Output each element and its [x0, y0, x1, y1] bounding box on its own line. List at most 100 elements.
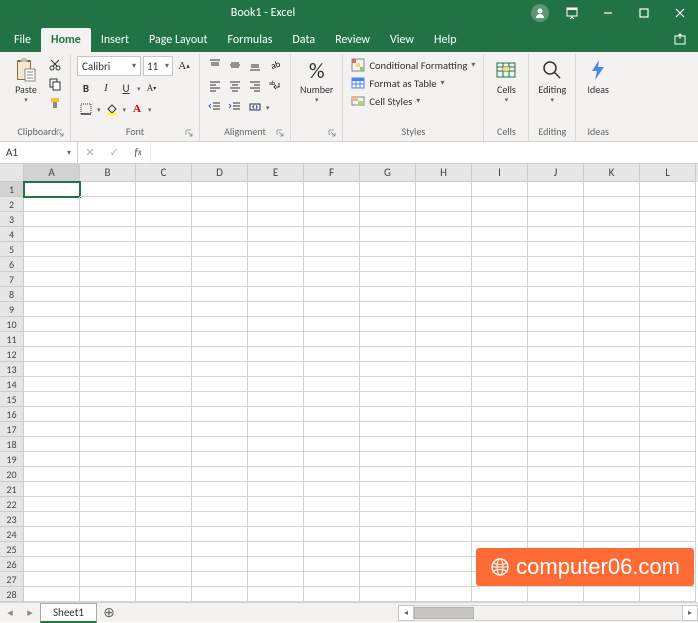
- cell[interactable]: [304, 377, 360, 392]
- cell[interactable]: [24, 332, 80, 347]
- cell[interactable]: [472, 242, 528, 257]
- ideas-button[interactable]: Ideas: [582, 56, 614, 97]
- horizontal-scrollbar[interactable]: ◂ ▸: [398, 605, 698, 621]
- cell[interactable]: [192, 212, 248, 227]
- cell[interactable]: [248, 182, 304, 197]
- cell[interactable]: [360, 512, 416, 527]
- cell[interactable]: [416, 347, 472, 362]
- cell[interactable]: [360, 467, 416, 482]
- column-header-G[interactable]: G: [360, 164, 416, 182]
- cell[interactable]: [472, 452, 528, 467]
- font-color-button[interactable]: A: [128, 100, 146, 118]
- sheet-nav-next[interactable]: ▸: [20, 606, 40, 619]
- cell[interactable]: [80, 482, 136, 497]
- cell[interactable]: [248, 482, 304, 497]
- cell[interactable]: [360, 332, 416, 347]
- cell[interactable]: [80, 572, 136, 587]
- cell[interactable]: [192, 332, 248, 347]
- cell[interactable]: [640, 482, 696, 497]
- cell[interactable]: [304, 482, 360, 497]
- cell[interactable]: [416, 467, 472, 482]
- cell[interactable]: [472, 212, 528, 227]
- cell[interactable]: [248, 242, 304, 257]
- cell[interactable]: [304, 302, 360, 317]
- cell[interactable]: [416, 287, 472, 302]
- cell[interactable]: [640, 347, 696, 362]
- cell[interactable]: [136, 557, 192, 572]
- cell[interactable]: [24, 587, 80, 602]
- scroll-left-button[interactable]: ◂: [398, 605, 414, 621]
- cell[interactable]: [640, 392, 696, 407]
- cell[interactable]: [192, 452, 248, 467]
- cell[interactable]: [360, 407, 416, 422]
- cell[interactable]: [248, 542, 304, 557]
- cell[interactable]: [584, 272, 640, 287]
- cell[interactable]: [24, 512, 80, 527]
- formula-bar[interactable]: [151, 142, 698, 163]
- cell[interactable]: [80, 497, 136, 512]
- cells-area[interactable]: [24, 182, 698, 602]
- cell[interactable]: [640, 497, 696, 512]
- cell[interactable]: [640, 512, 696, 527]
- cell[interactable]: [304, 362, 360, 377]
- cell[interactable]: [136, 242, 192, 257]
- cell[interactable]: [640, 287, 696, 302]
- cell[interactable]: [360, 497, 416, 512]
- cell[interactable]: [24, 497, 80, 512]
- cell[interactable]: [416, 332, 472, 347]
- column-header-D[interactable]: D: [192, 164, 248, 182]
- cell[interactable]: [472, 197, 528, 212]
- cell[interactable]: [584, 437, 640, 452]
- select-all-corner[interactable]: [0, 164, 24, 182]
- minimize-button[interactable]: [590, 0, 626, 26]
- cell[interactable]: [136, 422, 192, 437]
- column-header-L[interactable]: L: [640, 164, 696, 182]
- cell[interactable]: [360, 527, 416, 542]
- name-box[interactable]: A1 ▾: [0, 142, 78, 163]
- cell[interactable]: [584, 407, 640, 422]
- scroll-track[interactable]: [414, 605, 682, 621]
- cell[interactable]: [584, 362, 640, 377]
- cell[interactable]: [24, 257, 80, 272]
- cell[interactable]: [136, 482, 192, 497]
- column-header-B[interactable]: B: [80, 164, 136, 182]
- cell[interactable]: [416, 422, 472, 437]
- row-header-10[interactable]: 10: [0, 317, 24, 332]
- cell[interactable]: [304, 227, 360, 242]
- cell[interactable]: [80, 242, 136, 257]
- cell[interactable]: [304, 437, 360, 452]
- cell[interactable]: [472, 392, 528, 407]
- cell[interactable]: [192, 587, 248, 602]
- merge-center-button[interactable]: [246, 98, 264, 116]
- cell[interactable]: [472, 407, 528, 422]
- scroll-right-button[interactable]: ▸: [682, 605, 698, 621]
- cell[interactable]: [192, 287, 248, 302]
- cell[interactable]: [528, 482, 584, 497]
- cell[interactable]: [80, 587, 136, 602]
- row-header-11[interactable]: 11: [0, 332, 24, 347]
- cell[interactable]: [584, 497, 640, 512]
- cell[interactable]: [640, 227, 696, 242]
- cell[interactable]: [136, 572, 192, 587]
- row-header-20[interactable]: 20: [0, 467, 24, 482]
- cut-button[interactable]: [46, 56, 64, 74]
- cell[interactable]: [24, 302, 80, 317]
- cell[interactable]: [304, 467, 360, 482]
- cell[interactable]: [80, 512, 136, 527]
- cell[interactable]: [640, 467, 696, 482]
- cell[interactable]: [304, 317, 360, 332]
- cell[interactable]: [304, 242, 360, 257]
- cell[interactable]: [640, 317, 696, 332]
- cell[interactable]: [248, 422, 304, 437]
- cell[interactable]: [360, 572, 416, 587]
- cell[interactable]: [472, 572, 528, 587]
- cell[interactable]: [136, 497, 192, 512]
- cell[interactable]: [640, 197, 696, 212]
- align-right-button[interactable]: [246, 77, 264, 95]
- cell[interactable]: [248, 377, 304, 392]
- chevron-down-icon[interactable]: ▾: [123, 105, 127, 114]
- cell[interactable]: [640, 422, 696, 437]
- cell[interactable]: [248, 497, 304, 512]
- cell[interactable]: [136, 302, 192, 317]
- cell[interactable]: [360, 197, 416, 212]
